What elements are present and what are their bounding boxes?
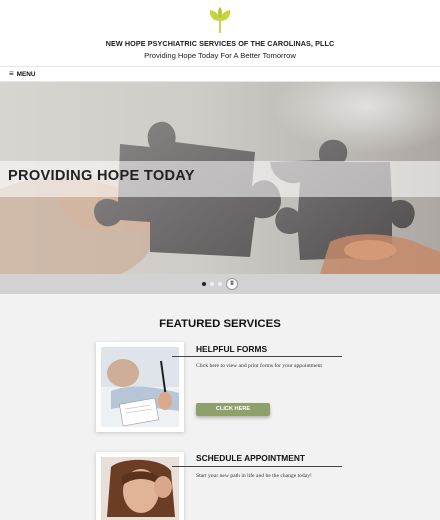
- card-text: Start your new path in life and be the c…: [196, 473, 312, 479]
- click-here-button[interactable]: CLICK HERE: [196, 403, 270, 416]
- schedule-appointment-image[interactable]: [96, 452, 184, 520]
- card-divider: [172, 356, 342, 357]
- menu-button[interactable]: ≡ MENU: [9, 70, 36, 78]
- hero-slider[interactable]: PROVIDING HOPE TODAY: [0, 82, 440, 274]
- hero-title: PROVIDING HOPE TODAY: [8, 168, 195, 184]
- woman-portrait-image: [101, 457, 179, 520]
- helpful-forms-image[interactable]: [96, 342, 184, 432]
- slide-dot-1[interactable]: [202, 282, 206, 286]
- site-tagline: Providing Hope Today For A Better Tomorr…: [144, 51, 296, 60]
- menu-bar: ≡ MENU: [0, 66, 440, 82]
- menu-label: MENU: [16, 70, 36, 78]
- slide-dot-3[interactable]: [218, 282, 222, 286]
- slide-dot-2[interactable]: [210, 282, 214, 286]
- slider-controls: II: [0, 274, 440, 294]
- card-divider: [172, 466, 342, 467]
- site-title: NEW HOPE PSYCHIATRIC SERVICES OF THE CAR…: [105, 39, 335, 48]
- card-heading: SCHEDULE APPOINTMENT: [196, 453, 306, 463]
- featured-services-title: FEATURED SERVICES: [159, 318, 281, 330]
- hamburger-icon: ≡: [9, 69, 14, 78]
- card-text: Click here to view and print forms for y…: [196, 363, 322, 369]
- pause-icon[interactable]: II: [226, 278, 238, 290]
- patient-clipboard-image: [101, 347, 179, 427]
- card-heading: HELPFUL FORMS: [196, 344, 268, 354]
- site-header: NEW HOPE PSYCHIATRIC SERVICES OF THE CAR…: [0, 0, 440, 66]
- sprout-icon[interactable]: [206, 6, 234, 34]
